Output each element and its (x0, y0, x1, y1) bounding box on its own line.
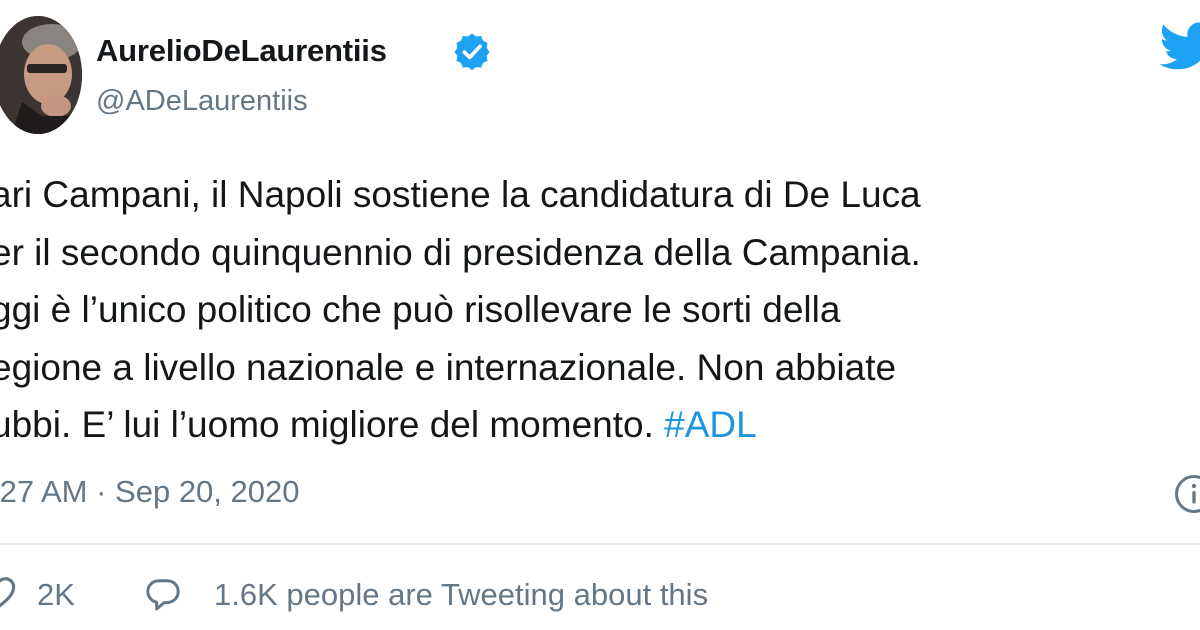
avatar-photo (0, 16, 82, 134)
conversation-link[interactable]: 1.6K people are Tweeting about this (214, 577, 708, 613)
twitter-bird-icon[interactable] (1160, 22, 1200, 70)
tweet-card: AurelioDeLaurentiis @ADeLaurentiis ari C… (0, 0, 1200, 630)
tweet-text: ari Campani, il Napoli sostiene la candi… (0, 166, 1200, 454)
avatar[interactable] (0, 16, 82, 134)
display-name[interactable]: AurelioDeLaurentiis (96, 33, 387, 69)
info-icon[interactable] (1174, 474, 1200, 514)
like-count[interactable]: 2K (37, 577, 75, 613)
tweet-line: er il secondo quinquennio di presidenza … (0, 231, 921, 273)
user-handle[interactable]: @ADeLaurentiis (96, 85, 308, 118)
tweet-line: ggi è l’unico politico che può risolleva… (0, 289, 841, 330)
hashtag-link[interactable]: #ADL (664, 404, 757, 445)
tweet-line: egione a livello nazionale e internazion… (0, 346, 897, 388)
tweet-line: ari Campani, il Napoli sostiene la candi… (0, 174, 921, 215)
tweet-line-text: ubbi. E’ lui l’uomo migliore del momento… (0, 404, 654, 445)
reply-bubble-icon[interactable] (143, 576, 183, 614)
verified-badge-icon (454, 33, 490, 71)
tweet-line-last: ubbi. E’ lui l’uomo migliore del momento… (0, 396, 1200, 454)
heart-icon[interactable] (0, 575, 16, 611)
divider (0, 543, 1200, 545)
tweet-timestamp[interactable]: :27 AM · Sep 20, 2020 (0, 474, 300, 510)
